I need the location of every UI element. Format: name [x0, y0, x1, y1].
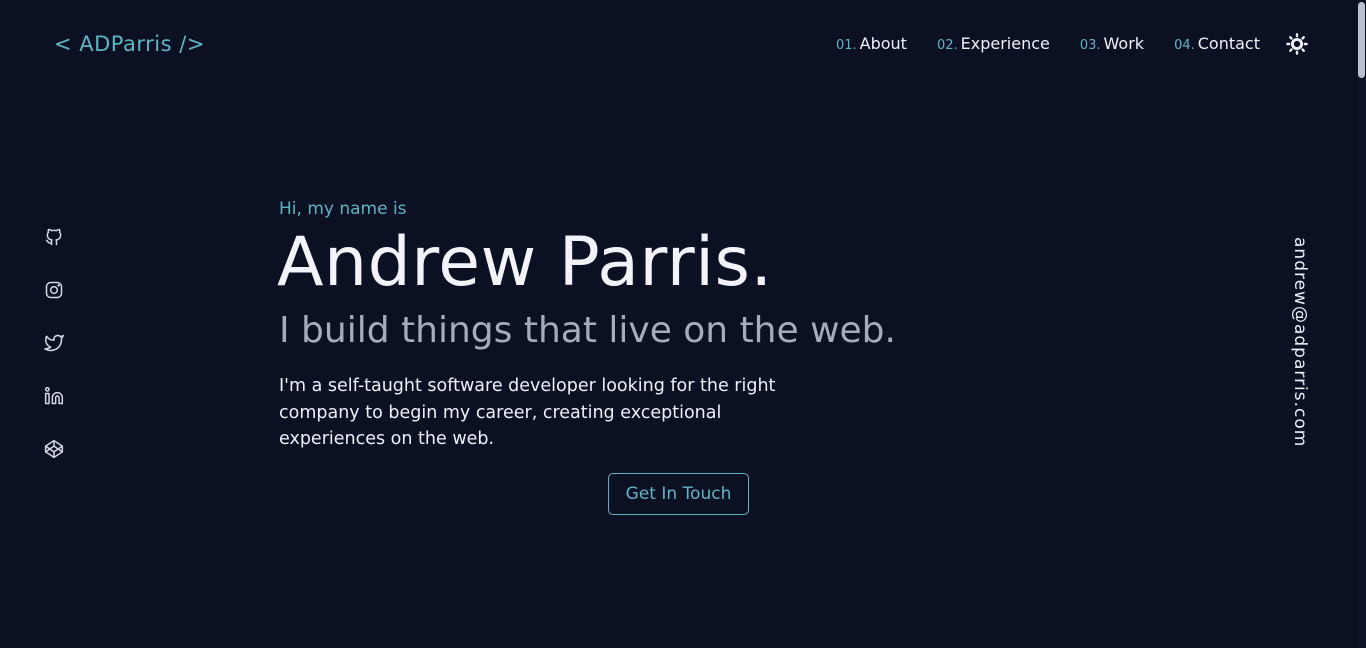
- email-link[interactable]: andrew@adparris.com: [1290, 237, 1310, 447]
- twitter-icon: [44, 334, 64, 352]
- sun-icon: [1286, 33, 1308, 55]
- theme-toggle-button[interactable]: [1286, 33, 1308, 55]
- nav-item-about[interactable]: 01. About: [836, 34, 907, 53]
- get-in-touch-button[interactable]: Get In Touch: [608, 473, 749, 515]
- nav-item-number: 01.: [835, 38, 857, 53]
- codepen-icon: [44, 439, 64, 459]
- scrollbar-track[interactable]: [1357, 0, 1366, 648]
- nav-item-number: 02.: [936, 38, 958, 53]
- scrollbar-thumb[interactable]: [1358, 2, 1365, 78]
- twitter-link[interactable]: [44, 333, 64, 353]
- github-link[interactable]: [44, 227, 64, 247]
- instagram-link[interactable]: [44, 280, 64, 300]
- nav-item-work[interactable]: 03. Work: [1080, 34, 1144, 53]
- nav-item-number: 03.: [1079, 38, 1101, 53]
- hero-tagline: I build things that live on the web.: [279, 310, 896, 351]
- main-nav: 01. About 02. Experience 03. Work 04. Contac…: [836, 34, 1260, 53]
- codepen-link[interactable]: [44, 439, 64, 459]
- page: < ADParris /> 01. About 02. Experience 03.…: [0, 0, 1366, 648]
- instagram-icon: [45, 281, 63, 299]
- nav-item-label: About: [859, 34, 907, 53]
- nav-item-contact[interactable]: 04. Contact: [1174, 34, 1260, 53]
- linkedin-icon: [44, 386, 64, 405]
- nav-item-label: Experience: [960, 34, 1050, 53]
- linkedin-link[interactable]: [44, 386, 64, 406]
- site-logo[interactable]: < ADParris />: [54, 32, 205, 56]
- nav-item-number: 04.: [1174, 38, 1195, 53]
- hero-name: Andrew Parris.: [277, 223, 773, 302]
- nav-item-label: Work: [1103, 34, 1145, 53]
- nav-item-experience[interactable]: 02. Experience: [937, 34, 1050, 53]
- hero-bio: I'm a self-taught software developer loo…: [279, 376, 776, 449]
- hero-greeting: Hi, my name is: [279, 199, 407, 219]
- social-links: [44, 227, 64, 459]
- github-icon: [45, 228, 62, 246]
- nav-item-label: Contact: [1197, 34, 1260, 53]
